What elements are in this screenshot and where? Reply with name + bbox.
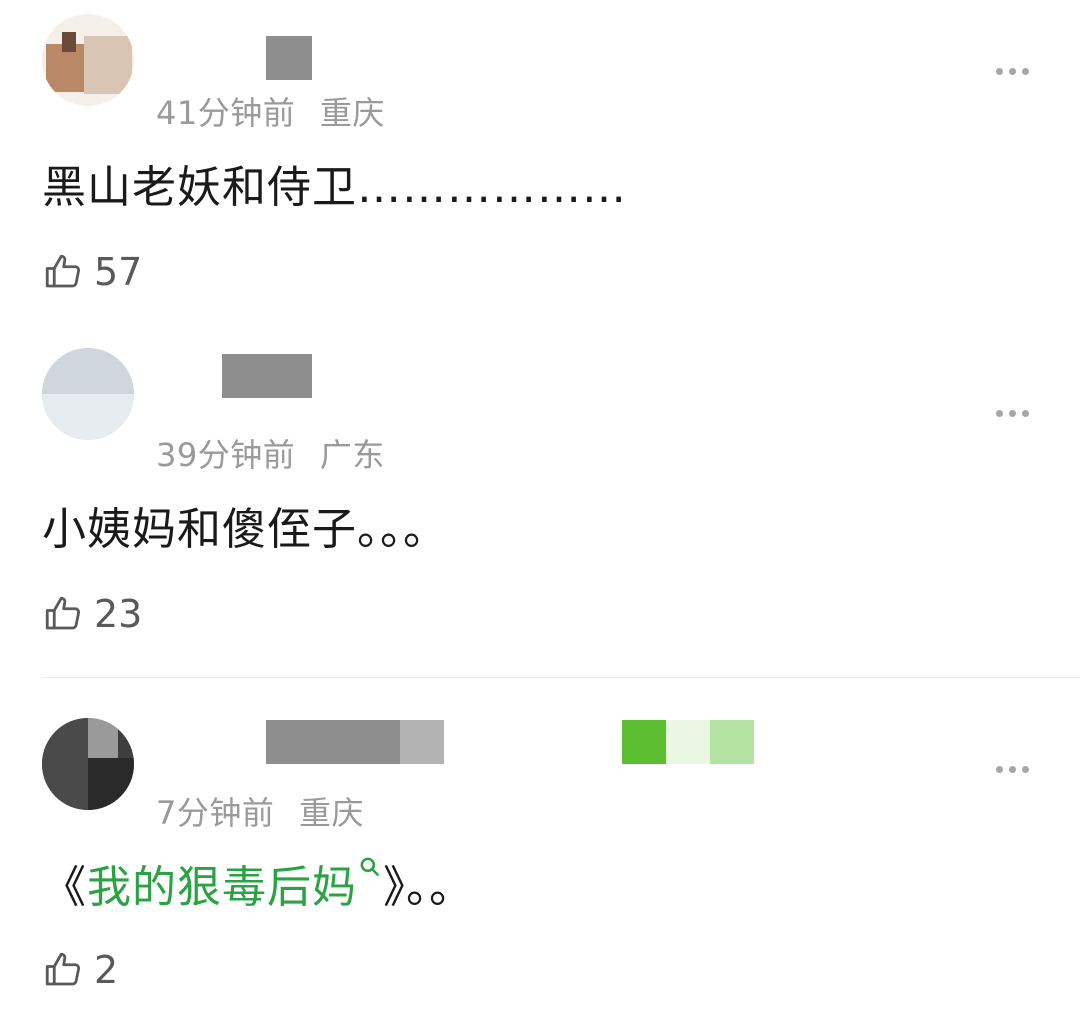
comment-item: 39分钟前 广东 小姨妈和傻侄子。。。 23 <box>0 330 1080 677</box>
avatar[interactable] <box>42 348 134 440</box>
like-button[interactable]: 57 <box>42 250 142 294</box>
comment-time: 7分钟前 <box>156 794 275 832</box>
more-dots-icon[interactable] <box>996 766 1029 773</box>
comment-text: 小姨妈和傻侄子。。。 <box>42 504 448 555</box>
comment-location: 重庆 <box>299 794 365 832</box>
text-prefix: 《 <box>42 862 87 913</box>
comment-meta: 41分钟前 重庆 <box>156 88 385 134</box>
badge-redacted <box>710 720 754 764</box>
badge-redacted <box>622 720 666 764</box>
more-dots-icon[interactable] <box>996 410 1029 417</box>
search-icon[interactable] <box>357 836 383 876</box>
thumbs-up-icon <box>42 949 84 991</box>
comment-location: 广东 <box>319 436 385 474</box>
comment-time: 41分钟前 <box>156 94 296 132</box>
like-count: 57 <box>94 250 143 294</box>
avatar[interactable] <box>42 718 134 810</box>
like-button[interactable]: 23 <box>42 592 142 636</box>
more-dots-icon[interactable] <box>996 68 1029 75</box>
comment-location: 重庆 <box>319 94 385 132</box>
comment-time: 39分钟前 <box>156 436 296 474</box>
username-redacted <box>400 720 444 764</box>
comment-meta: 7分钟前 重庆 <box>156 788 364 834</box>
search-link-label[interactable]: 我的狠毒后妈 <box>87 862 357 913</box>
text-suffix: 》。。 <box>383 862 474 913</box>
like-count: 23 <box>94 592 143 636</box>
badge-redacted <box>666 720 710 764</box>
thumbs-up-icon <box>42 251 84 293</box>
comment-text: 《我的狠毒后妈 》。。 <box>42 857 474 918</box>
comment-text: 黑山老妖和侍卫……………… <box>42 162 627 213</box>
username-redacted[interactable] <box>222 354 312 398</box>
thumbs-up-icon <box>42 593 84 635</box>
search-link[interactable]: 我的狠毒后妈 <box>87 857 383 913</box>
comment-meta: 39分钟前 广东 <box>156 430 385 476</box>
username-redacted[interactable] <box>266 36 312 80</box>
like-count: 2 <box>94 948 119 992</box>
username-redacted[interactable] <box>266 720 400 764</box>
avatar[interactable] <box>42 14 134 106</box>
comment-item: 41分钟前 重庆 黑山老妖和侍卫……………… 57 <box>0 0 1080 330</box>
comment-item: 7分钟前 重庆 《我的狠毒后妈 》。。 2 <box>0 678 1080 1011</box>
like-button[interactable]: 2 <box>42 948 118 992</box>
